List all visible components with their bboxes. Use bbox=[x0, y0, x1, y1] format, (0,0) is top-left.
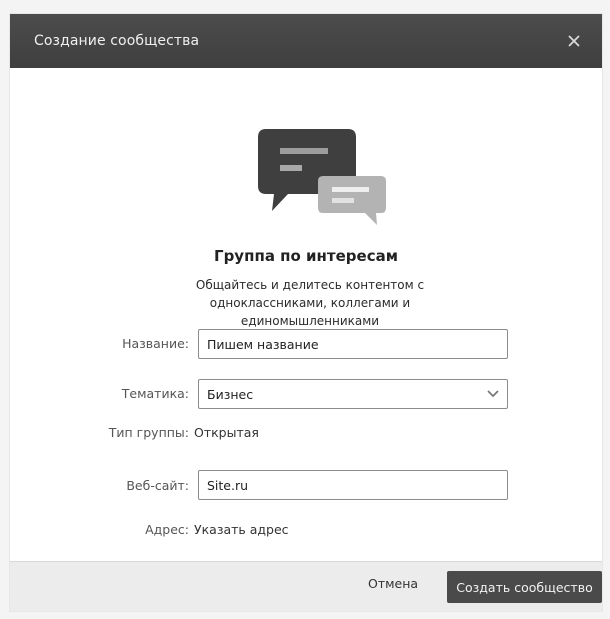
topic-select[interactable]: Бизнес bbox=[198, 379, 508, 409]
modal-footer: Отмена Создать сообщество bbox=[10, 561, 602, 611]
name-label: Название: bbox=[122, 336, 189, 351]
group-type-title: Группа по интересам bbox=[214, 247, 398, 265]
name-field[interactable] bbox=[198, 329, 508, 359]
website-label: Веб-сайт: bbox=[126, 478, 189, 493]
address-link[interactable]: Указать адрес bbox=[194, 522, 289, 537]
chevron-down-icon bbox=[487, 390, 499, 398]
group-type-description: Общайтесь и делитесь контентом с однокла… bbox=[195, 278, 425, 328]
address-label: Адрес: bbox=[145, 522, 189, 537]
group-type-value: Открытая bbox=[194, 425, 259, 440]
name-input[interactable] bbox=[207, 336, 499, 352]
close-icon bbox=[568, 35, 580, 47]
group-type-label: Тип группы: bbox=[108, 425, 189, 440]
create-community-modal: Создание сообщества Группа по интересам … bbox=[10, 14, 602, 611]
close-button[interactable] bbox=[562, 29, 586, 53]
cancel-button[interactable]: Отмена bbox=[368, 576, 418, 591]
website-field[interactable] bbox=[198, 470, 508, 500]
website-input[interactable] bbox=[207, 477, 499, 493]
chat-bubbles-icon bbox=[258, 129, 386, 225]
modal-header: Создание сообщества bbox=[10, 14, 602, 68]
create-community-button[interactable]: Создать сообщество bbox=[447, 571, 602, 603]
modal-title: Создание сообщества bbox=[34, 33, 200, 49]
topic-value: Бизнес bbox=[207, 386, 254, 402]
topic-label: Тематика: bbox=[121, 386, 189, 401]
